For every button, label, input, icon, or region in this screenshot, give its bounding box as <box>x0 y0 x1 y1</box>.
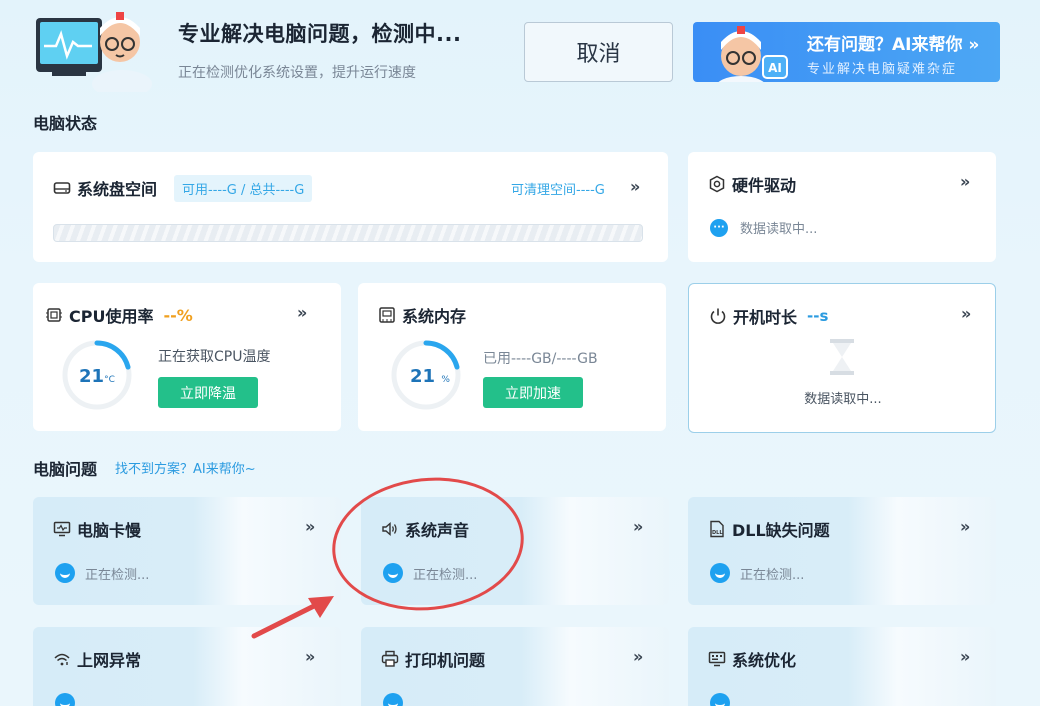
memory-icon <box>379 307 395 323</box>
problem-card-slow[interactable]: 电脑卡慢 » 正在检测... <box>33 497 341 605</box>
annotation-arrow <box>251 596 334 639</box>
cpu-usage-value: --% <box>163 305 193 325</box>
disk-space-card: 系统盘空间 可用----G / 总共----G 可清理空间----G » <box>33 152 668 262</box>
disk-title: 系统盘空间 <box>77 180 158 199</box>
problem-card-dll[interactable]: DLL DLL缺失问题 » 正在检测... <box>688 497 996 605</box>
hexagon-gear-icon <box>709 175 725 193</box>
svg-text:DLL: DLL <box>712 530 723 536</box>
ai-doctor-icon: AI <box>699 22 789 82</box>
disk-usage-bar <box>53 224 643 242</box>
disk-capacity-pill: 可用----G / 总共----G <box>174 175 313 202</box>
problem-chevron[interactable]: » <box>960 517 970 536</box>
problem-chevron[interactable]: » <box>305 647 315 666</box>
cpu-chip-icon <box>46 308 62 322</box>
detecting-icon <box>710 563 730 583</box>
cpu-temp-number: 21 <box>79 366 105 387</box>
ai-banner-title: 还有问题？AI来帮你 » <box>807 35 980 55</box>
problem-status: 正在检测... <box>85 567 150 583</box>
ai-badge: AI <box>768 61 782 75</box>
problem-chevron[interactable]: » <box>633 647 643 666</box>
disk-more-chevron[interactable]: » <box>630 177 640 196</box>
problem-label: 打印机问题 <box>405 651 486 670</box>
doctor-monitor-illustration <box>34 6 154 98</box>
cpu-title: CPU使用率 <box>69 307 154 326</box>
detecting-icon <box>55 563 75 583</box>
status-section-title: 电脑状态 <box>33 114 98 133</box>
problem-chevron[interactable]: » <box>305 517 315 536</box>
problem-label: 上网异常 <box>77 651 142 670</box>
dll-file-icon: DLL <box>710 520 724 538</box>
memory-usage-desc: 已用----GB/----GB <box>483 351 598 367</box>
driver-title: 硬件驱动 <box>732 176 797 195</box>
uptime-status: 数据读取中... <box>804 392 882 407</box>
speed-up-button[interactable]: 立即加速 <box>483 377 583 408</box>
ai-help-banner[interactable]: AI 还有问题？AI来帮你 » 专业解决电脑疑难杂症 <box>693 22 1000 82</box>
ai-help-link[interactable]: 找不到方案？AI来帮你~ <box>115 458 256 477</box>
problem-label: DLL缺失问题 <box>732 521 830 540</box>
detecting-icon <box>710 693 730 706</box>
cleanable-space-text[interactable]: 可清理空间----G <box>511 179 605 198</box>
uptime-card: 开机时长 --s » 数据读取中... <box>688 283 996 433</box>
uptime-value: --s <box>807 307 829 325</box>
cpu-temp-desc: 正在获取CPU温度 <box>158 349 271 365</box>
problem-label: 电脑卡慢 <box>77 521 142 540</box>
hourglass-icon <box>830 339 854 375</box>
cpu-more-chevron[interactable]: » <box>297 303 307 322</box>
ai-banner-subtitle: 专业解决电脑疑难杂症 <box>807 62 958 77</box>
cool-down-button[interactable]: 立即降温 <box>158 377 258 408</box>
problems-section-title: 电脑问题 <box>33 460 98 479</box>
wifi-warning-icon <box>54 653 70 666</box>
problem-status: 正在检测... <box>740 567 805 583</box>
cpu-temp-unit: °C <box>104 375 115 385</box>
page-subtitle: 正在检测优化系统设置，提升运行速度 <box>178 65 416 81</box>
optimize-monitor-icon <box>708 651 726 667</box>
monitor-pulse-icon <box>53 521 71 537</box>
driver-more-chevron[interactable]: » <box>960 172 970 191</box>
problem-card-optimize[interactable]: 系统优化 » <box>688 627 996 706</box>
detecting-icon <box>383 693 403 706</box>
uptime-title: 开机时长 <box>733 308 798 327</box>
problem-card-printer[interactable]: 打印机问题 » <box>361 627 669 706</box>
disk-icon <box>53 182 71 194</box>
system-memory-card: 系统内存 21 % 已用----GB/----GB 立即加速 <box>358 283 666 431</box>
cpu-usage-card: CPU使用率 --% » 21°C 正在获取CPU温度 立即降温 <box>33 283 341 431</box>
detecting-icon <box>55 693 75 706</box>
uptime-more-chevron[interactable]: » <box>961 304 971 323</box>
loading-dots-icon: ··· <box>710 218 728 237</box>
power-icon <box>710 308 726 324</box>
cancel-button[interactable]: 取消 <box>524 22 673 82</box>
page-title: 专业解决电脑问题，检测中... <box>178 22 462 46</box>
memory-gauge <box>391 340 461 410</box>
problem-chevron[interactable]: » <box>960 647 970 666</box>
driver-status: 数据读取中... <box>740 222 818 237</box>
memory-title: 系统内存 <box>402 307 467 326</box>
problem-chevron[interactable]: » <box>633 517 643 536</box>
hardware-driver-card: 硬件驱动 » ··· 数据读取中... <box>688 152 996 262</box>
printer-icon <box>381 650 399 667</box>
problem-label: 系统优化 <box>732 651 797 670</box>
